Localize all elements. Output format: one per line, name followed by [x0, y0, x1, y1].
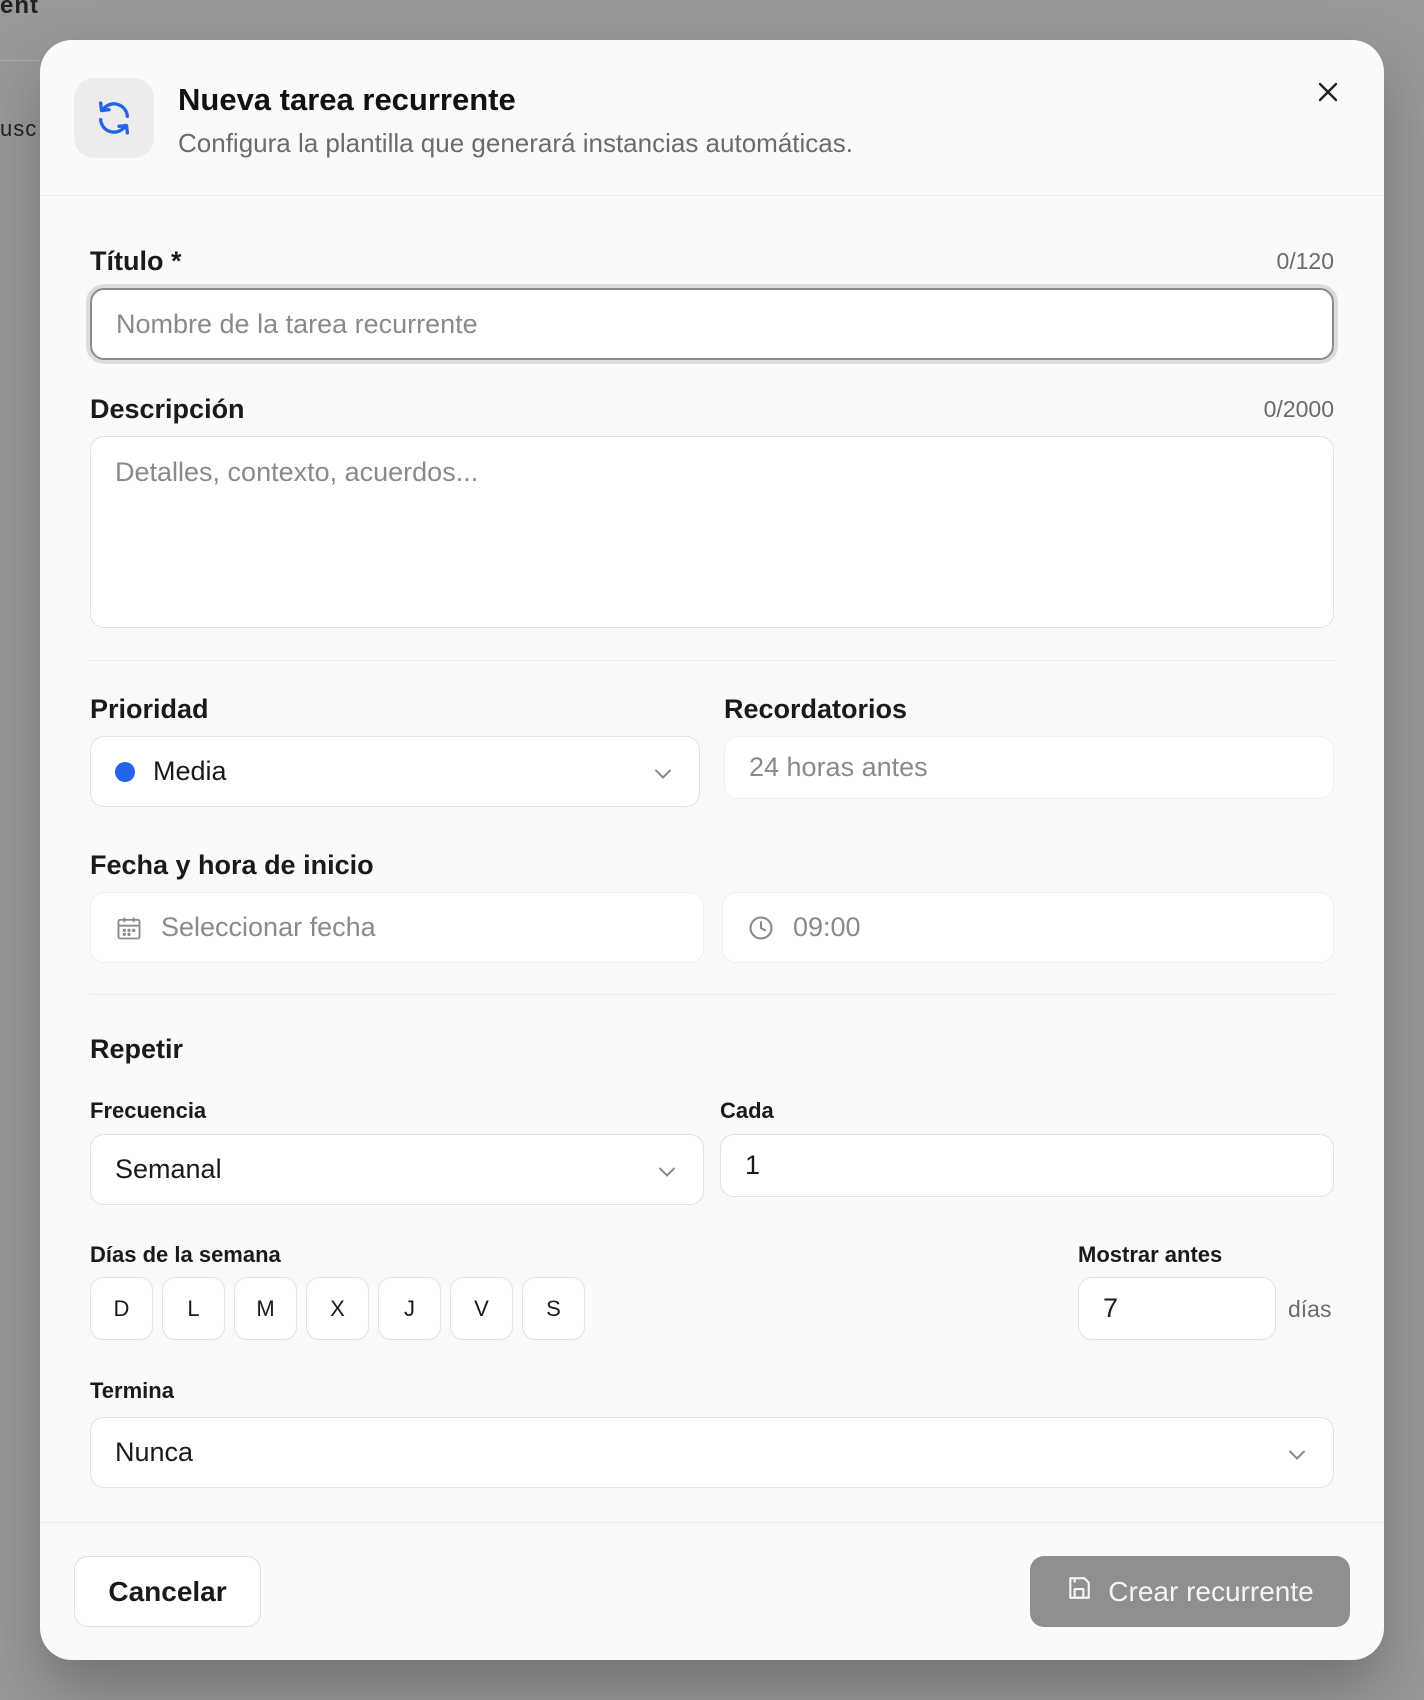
titulo-counter: 0/120 [1276, 248, 1334, 274]
chevron-down-icon [653, 756, 673, 787]
fecha-placeholder: Seleccionar fecha [161, 912, 376, 942]
recordatorios-label: Recordatorios [724, 694, 908, 724]
prioridad-label: Prioridad [90, 694, 209, 724]
fecha-input[interactable]: Seleccionar fecha [90, 892, 704, 963]
modal-footer: Cancelar Crear recurrente [40, 1522, 1384, 1660]
chevron-down-icon [657, 1154, 677, 1185]
termina-select[interactable]: Nunca [90, 1417, 1334, 1488]
mostrar-antes-label: Mostrar antes [1078, 1242, 1223, 1267]
section-divider [90, 660, 1334, 661]
weekday-toggle-m[interactable]: M [234, 1277, 297, 1340]
termina-value: Nunca [115, 1437, 194, 1467]
save-icon [1066, 1575, 1092, 1608]
weekday-toggle-s[interactable]: S [522, 1277, 585, 1340]
mostrar-antes-unit: días [1288, 1296, 1332, 1322]
section-divider [90, 994, 1334, 995]
weekday-toggle-l[interactable]: L [162, 1277, 225, 1340]
recordatorios-input[interactable]: 24 horas antes [724, 736, 1334, 799]
descripcion-label: Descripción [90, 394, 245, 424]
calendar-icon [115, 914, 143, 942]
dias-label: Días de la semana [90, 1242, 281, 1267]
cada-value: 1 [745, 1150, 761, 1180]
frecuencia-label: Frecuencia [90, 1098, 207, 1123]
priority-dot [115, 761, 135, 782]
background-fragment-mid: usc [0, 116, 38, 141]
prioridad-value: Media [153, 756, 227, 786]
titulo-placeholder: Nombre de la tarea recurrente [116, 308, 478, 339]
weekday-toggle-j[interactable]: J [378, 1277, 441, 1340]
mostrar-antes-input[interactable]: 7 [1078, 1277, 1276, 1340]
create-recurring-button[interactable]: Crear recurrente [1030, 1556, 1350, 1627]
hora-placeholder: 09:00 [793, 912, 861, 942]
titulo-label: Título * [90, 246, 182, 276]
cada-input[interactable]: 1 [720, 1134, 1334, 1197]
weekday-toggle-d[interactable]: D [90, 1277, 153, 1340]
frecuencia-select[interactable]: Semanal [90, 1134, 704, 1205]
descripcion-textarea[interactable]: Detalles, contexto, acuerdos... [90, 436, 1334, 628]
titulo-input[interactable]: Nombre de la tarea recurrente [90, 288, 1334, 360]
frecuencia-value: Semanal [115, 1154, 222, 1184]
weekday-toggle-x[interactable]: X [306, 1277, 369, 1340]
weekday-selector: D L M X J V S [90, 1277, 585, 1340]
modal-subtitle: Configura la plantilla que generará inst… [178, 128, 853, 158]
background-divider [0, 60, 40, 61]
cada-label: Cada [720, 1098, 774, 1123]
prioridad-select[interactable]: Media [90, 736, 700, 807]
modal-header: Nueva tarea recurrente Configura la plan… [40, 40, 1384, 196]
cancel-button[interactable]: Cancelar [74, 1556, 261, 1627]
descripcion-counter: 0/2000 [1263, 396, 1334, 422]
create-recurring-label: Crear recurrente [1108, 1575, 1314, 1607]
recurring-icon [74, 78, 154, 158]
clock-icon [747, 914, 775, 942]
recurring-task-modal: Nueva tarea recurrente Configura la plan… [40, 40, 1384, 1660]
inicio-label: Fecha y hora de inicio [90, 850, 374, 880]
weekday-toggle-v[interactable]: V [450, 1277, 513, 1340]
mostrar-antes-value: 7 [1103, 1293, 1119, 1323]
repetir-heading: Repetir [90, 1034, 184, 1064]
close-icon[interactable] [1310, 74, 1346, 110]
modal-title: Nueva tarea recurrente [178, 82, 516, 117]
hora-input[interactable]: 09:00 [722, 892, 1334, 963]
background-fragment-top: ent [0, 0, 39, 19]
chevron-down-icon [1287, 1437, 1307, 1468]
termina-label: Termina [90, 1378, 174, 1403]
descripcion-placeholder: Detalles, contexto, acuerdos... [115, 457, 479, 487]
recordatorios-value: 24 horas antes [749, 752, 928, 782]
